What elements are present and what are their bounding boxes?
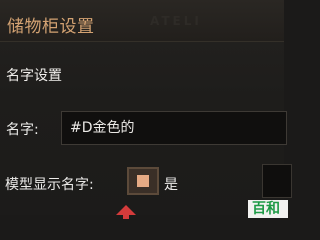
corner-badge: 百和 <box>248 200 288 218</box>
model-display-checkbox[interactable] <box>127 167 159 195</box>
model-display-label: 模型显示名字: <box>5 177 94 193</box>
section-header: 名字设置 <box>6 68 62 84</box>
checkbox-yes-label: 是 <box>164 177 178 193</box>
watermark: ATELI <box>150 14 202 28</box>
name-label: 名字: <box>6 122 39 138</box>
title-bar: 储物柜设置 ATELI <box>0 0 284 42</box>
locker-settings-panel: 储物柜设置 ATELI 名字设置 名字: #D金色的 模型显示名字: 是 百和 <box>0 0 292 219</box>
name-input[interactable]: #D金色的 <box>61 111 287 145</box>
side-input-field[interactable] <box>262 164 292 198</box>
checkbox-checked-mark <box>137 175 149 187</box>
red-arrow-icon <box>116 205 136 219</box>
window-title: 储物柜设置 <box>7 17 95 37</box>
